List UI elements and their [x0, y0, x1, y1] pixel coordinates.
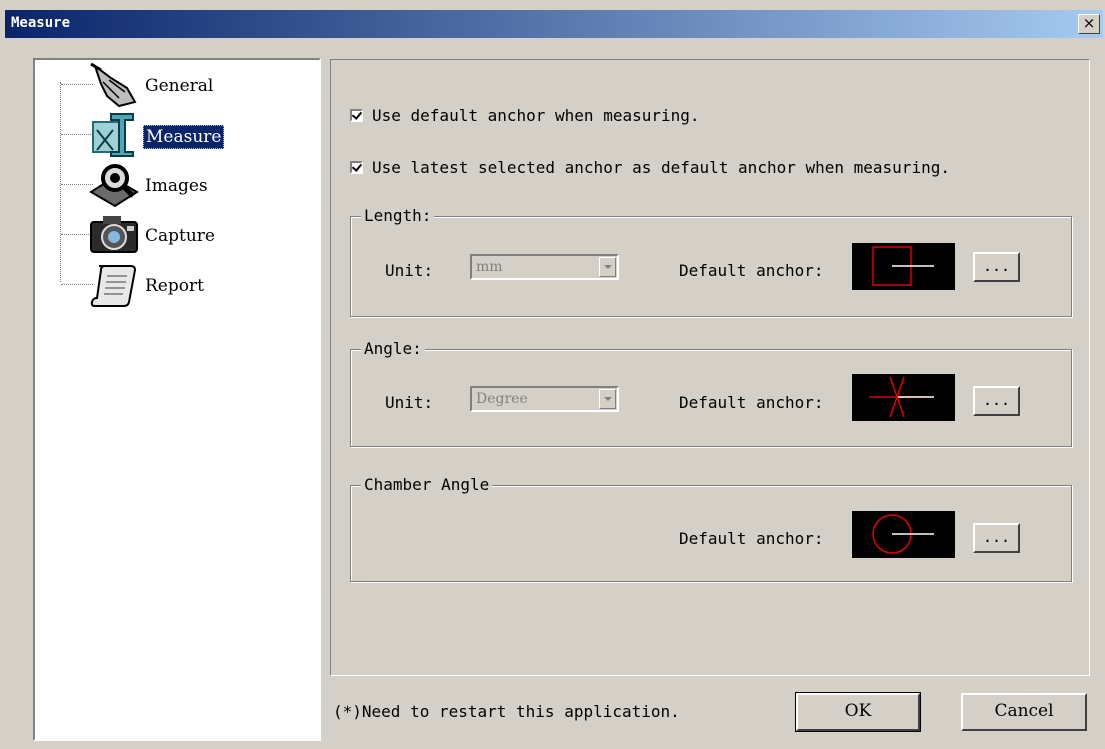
tree-item-general[interactable]: General — [35, 62, 255, 108]
ok-button[interactable]: OK — [795, 692, 921, 732]
length-unit-value: mm — [476, 259, 503, 275]
cancel-button[interactable]: Cancel — [961, 693, 1087, 731]
angle-anchor-browse-button[interactable]: ... — [973, 386, 1020, 416]
tree-item-label: Report — [145, 276, 204, 296]
hand-pointer-icon — [90, 62, 137, 108]
restart-note: (*)Need to restart this application. — [333, 702, 680, 721]
tree-item-capture[interactable]: Capture — [35, 212, 255, 258]
measure-ruler-icon — [92, 113, 134, 157]
tree-item-label: Images — [145, 176, 208, 196]
length-unit-label: Unit: — [385, 261, 434, 280]
tree-item-images[interactable]: Images — [35, 162, 255, 208]
use-latest-anchor-label: Use latest selected anchor as default an… — [372, 157, 950, 177]
angle-group-title: Angle: — [361, 339, 425, 358]
use-latest-anchor-option[interactable]: Use latest selected anchor as default an… — [350, 156, 950, 178]
length-group-title: Length: — [361, 206, 435, 225]
length-anchor-preview — [852, 243, 955, 290]
scroll-icon — [90, 265, 137, 307]
use-default-anchor-checkbox[interactable] — [350, 108, 363, 122]
close-button[interactable]: × — [1078, 14, 1100, 34]
title-bar[interactable]: Measure × — [5, 10, 1103, 38]
chamber-anchor-preview — [852, 511, 955, 558]
use-default-anchor-option[interactable]: Use default anchor when measuring. — [350, 104, 700, 126]
use-latest-anchor-checkbox[interactable] — [350, 160, 363, 174]
angle-anchor-preview — [852, 374, 955, 421]
tree-item-label: General — [145, 76, 214, 96]
window-title: Measure — [11, 15, 71, 31]
length-unit-select[interactable]: mm — [470, 254, 619, 280]
angle-unit-value: Degree — [476, 391, 528, 407]
chamber-anchor-label: Default anchor: — [679, 529, 824, 548]
chevron-down-icon[interactable] — [599, 389, 616, 409]
tree-item-label: Capture — [145, 226, 215, 246]
chevron-down-icon[interactable] — [599, 257, 616, 277]
measure-dialog: Measure × General Measure Images Capture… — [0, 0, 1105, 749]
tree-item-label: Measure — [143, 125, 225, 149]
tree-item-report[interactable]: Report — [35, 262, 255, 308]
angle-unit-select[interactable]: Degree — [470, 386, 619, 412]
length-anchor-browse-button[interactable]: ... — [973, 252, 1020, 282]
angle-unit-label: Unit: — [385, 393, 434, 412]
tree-item-measure[interactable]: Measure — [35, 112, 255, 158]
length-anchor-label: Default anchor: — [679, 261, 824, 280]
options-tree[interactable]: General Measure Images Capture Report — [33, 58, 321, 741]
use-default-anchor-label: Use default anchor when measuring. — [372, 105, 700, 125]
chamber-anchor-browse-button[interactable]: ... — [973, 523, 1020, 553]
angle-anchor-label: Default anchor: — [679, 393, 824, 412]
camera-icon — [90, 216, 138, 253]
chamber-angle-group-title: Chamber Angle — [361, 475, 493, 494]
magnifier-photo-icon — [89, 164, 139, 208]
